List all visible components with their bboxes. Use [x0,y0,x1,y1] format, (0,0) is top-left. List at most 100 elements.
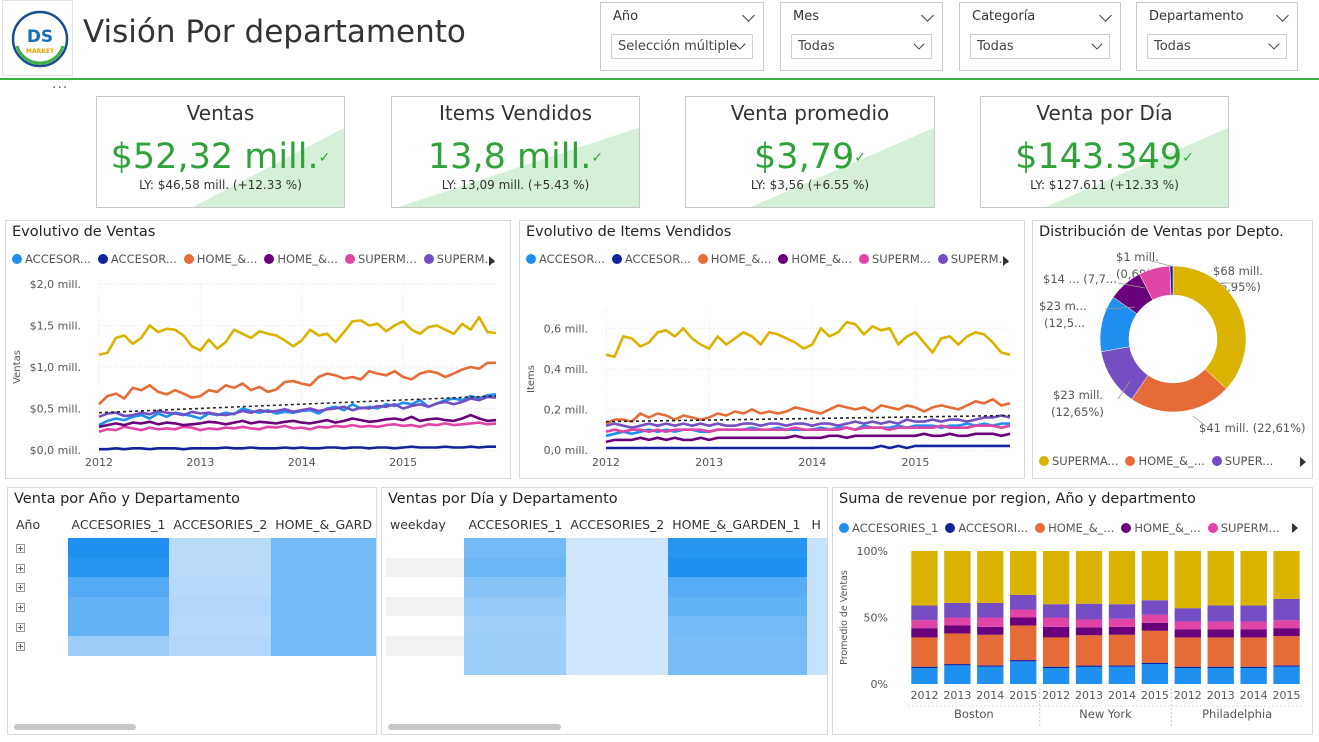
table-cell[interactable] [169,538,272,558]
column-header-year[interactable]: Año [12,510,68,538]
bar-segment[interactable] [1207,605,1234,622]
legend-next-arrow-icon[interactable] [1300,457,1306,467]
table-cell[interactable] [67,538,170,558]
column-header[interactable]: ACCESORIES_1 [68,510,170,538]
bar-segment[interactable] [911,605,938,621]
table-cell[interactable] [271,557,376,578]
slicer-category[interactable]: Categoría Todas [959,2,1121,71]
bar-segment[interactable] [1240,629,1267,638]
legend-item[interactable]: HOME_&_... [1125,454,1205,468]
table-row[interactable] [386,616,827,636]
bar-segment[interactable] [944,551,971,603]
column-header[interactable]: H [807,510,827,538]
bar-segment[interactable] [1141,662,1169,665]
bar-segment[interactable] [911,637,938,667]
table-cell[interactable] [668,577,808,597]
horizontal-scrollbar[interactable] [388,724,561,730]
table-row[interactable] [12,616,376,636]
bar-segment[interactable] [1075,666,1103,684]
bar-segment[interactable] [1010,609,1037,618]
bar-segment[interactable] [1042,666,1070,669]
table-cell[interactable] [668,538,808,558]
slicer-year[interactable]: Año Selección múltiple [600,2,764,71]
row-header-year[interactable] [12,538,68,558]
chevron-down-icon[interactable] [1276,9,1289,22]
series-line[interactable] [99,445,496,451]
kpi-card-venta-promedio[interactable]: Venta promedio $3,79✓ LY: $3,56 (+6.55 %… [685,96,935,208]
bar-segment[interactable] [1174,551,1201,609]
sales-line-chart[interactable]: $0,0 mill. $0,5 mill. $1,0 mill. $1,5 mill.… [6,221,512,480]
expand-plus-icon[interactable] [16,642,25,652]
table-row[interactable] [12,596,376,617]
more-options-icon[interactable]: ··· [52,80,68,96]
series-line[interactable] [605,432,1011,444]
region-stacked-bar-chart[interactable]: 100% 50% 0% Promedio de Ventas 2012 2013 2014 2… [833,488,1314,736]
table-row[interactable] [386,557,827,578]
horizontal-scrollbar[interactable] [14,724,136,730]
table-cell[interactable] [668,596,808,617]
expand-plus-icon[interactable] [16,544,25,554]
table-cell[interactable] [169,557,272,578]
bar-segment[interactable] [944,633,971,665]
table-cell[interactable] [566,616,669,636]
bar-segment[interactable] [1075,635,1103,666]
bar-segment[interactable] [1075,627,1103,636]
row-header-weekday[interactable] [386,616,465,636]
bar-segment[interactable] [1108,634,1136,666]
table-cell[interactable] [271,577,376,597]
bar-segment[interactable] [911,666,938,669]
bar-segment[interactable] [944,602,971,618]
expand-plus-icon[interactable] [16,563,25,573]
table-cell[interactable] [566,635,669,656]
bar-segment[interactable] [1240,551,1267,606]
table-cell[interactable] [668,616,808,636]
bar-segment[interactable] [1010,551,1037,595]
region-stacked-bar-panel[interactable]: Suma de revenue por region, Año y depart… [832,487,1313,735]
slicer-department[interactable]: Departamento Todas [1136,2,1298,71]
bar-segment[interactable] [1108,666,1136,684]
column-header[interactable]: ACCESORIES_2 [566,510,668,538]
table-cell[interactable] [566,655,669,676]
table-cell[interactable] [67,577,170,597]
bar-segment[interactable] [1042,626,1070,638]
bar-segment[interactable] [1108,665,1136,667]
column-header[interactable]: HOME_&_GARD [271,510,376,538]
bar-segment[interactable] [1273,598,1300,621]
bar-segment[interactable] [1010,625,1037,661]
bar-segment[interactable] [1240,621,1267,630]
table-cell[interactable] [566,557,669,578]
bar-segment[interactable] [977,665,1004,667]
table-cell[interactable] [271,635,376,656]
table-cell[interactable] [464,635,567,656]
bar-segment[interactable] [1174,629,1201,638]
sales-line-chart-panel[interactable]: Evolutivo de Ventas ACCESOR... ACCESOR...… [5,220,511,479]
bar-segment[interactable] [1042,617,1070,627]
bar-segment[interactable] [1042,668,1070,684]
bar-segment[interactable] [911,668,938,684]
bar-segment[interactable] [1075,619,1103,628]
series-line[interactable] [98,315,497,356]
bar-segment[interactable] [1174,666,1201,669]
kpi-card-ventas[interactable]: Ventas $52,32 mill.✓ LY: $46,58 mill. (+… [96,96,345,208]
column-header[interactable]: ACCESORIES_2 [169,510,271,538]
bar-segment[interactable] [1207,637,1234,667]
row-header-weekday[interactable] [386,538,465,558]
table-row[interactable] [12,577,376,597]
bar-segment[interactable] [977,617,1004,627]
bar-segment[interactable] [1141,622,1169,631]
bar-segment[interactable] [1207,629,1234,638]
table-cell[interactable] [807,577,827,597]
table-cell[interactable] [807,557,827,578]
bar-segment[interactable] [1273,666,1300,684]
expand-plus-icon[interactable] [16,622,25,632]
row-header-year[interactable] [12,616,68,636]
bar-segment[interactable] [977,602,1004,618]
bar-segment[interactable] [1075,665,1103,667]
bar-segment[interactable] [1174,637,1201,667]
bar-segment[interactable] [1273,628,1300,637]
legend-item[interactable]: SUPER... [1211,454,1273,468]
kpi-card-items-vendidos[interactable]: Items Vendidos 13,8 mill.✓ LY: 13,09 mil… [391,96,640,208]
row-header-weekday[interactable] [386,557,465,578]
bar-segment[interactable] [1273,636,1300,666]
table-cell[interactable] [67,596,170,617]
